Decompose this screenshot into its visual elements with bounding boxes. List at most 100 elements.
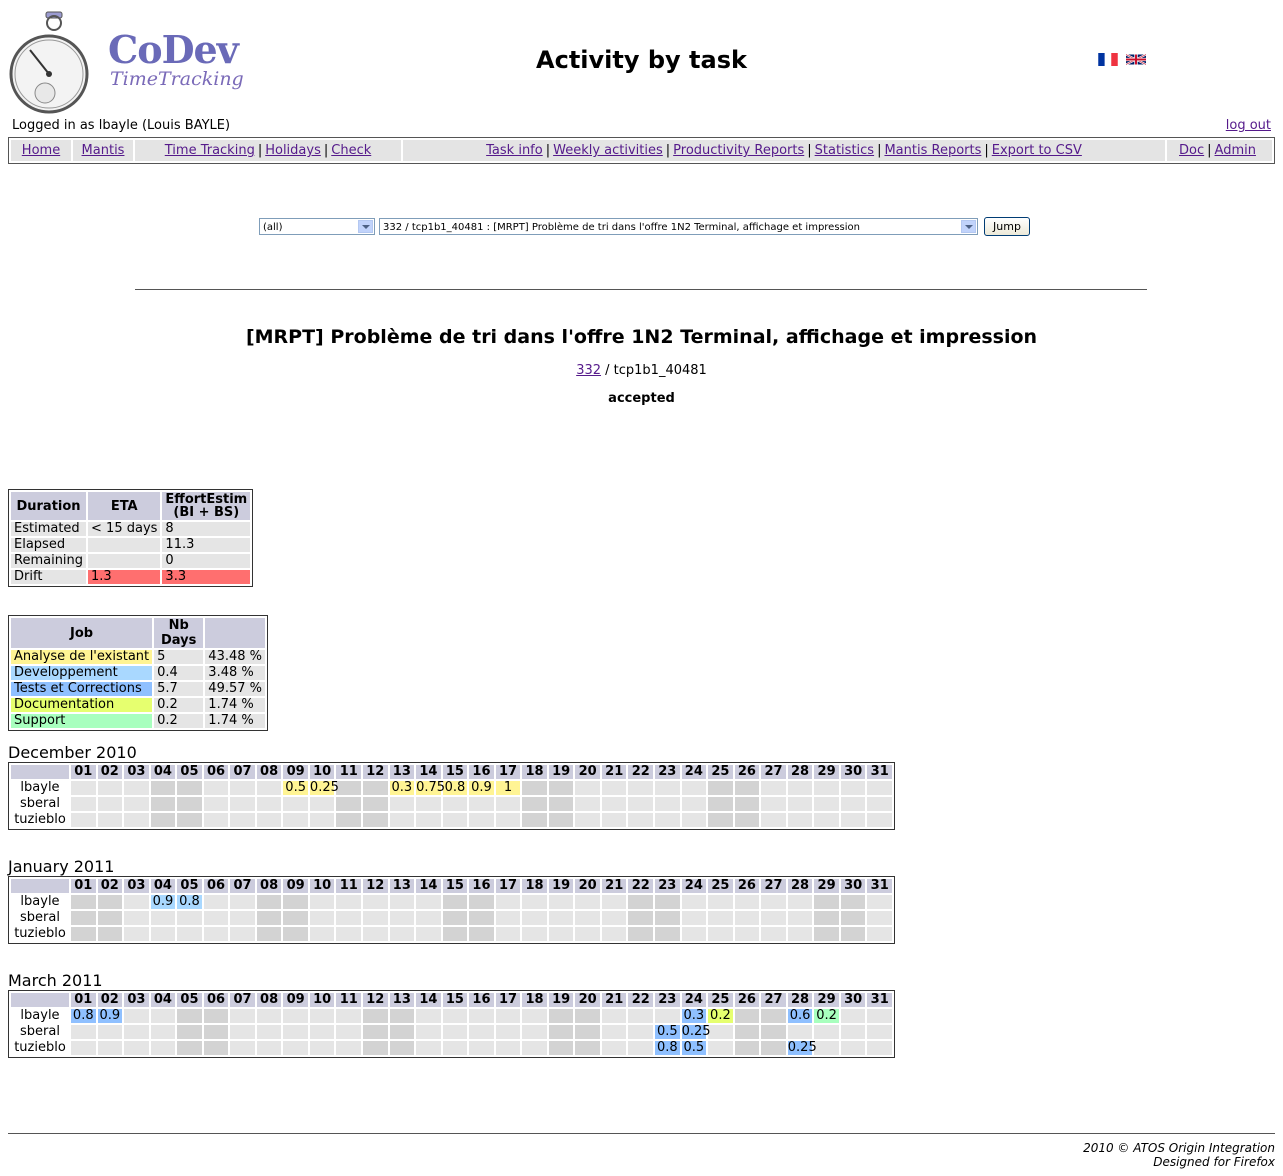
day-cell: [681, 813, 707, 827]
menu-doc-link[interactable]: Doc: [1179, 143, 1204, 158]
day-cell: [761, 911, 786, 925]
calendar-corner: [11, 765, 69, 779]
jump-button[interactable]: Jump: [984, 217, 1030, 236]
task-id-link[interactable]: 332: [576, 363, 601, 378]
day-header: 13: [389, 993, 415, 1007]
day-header: 29: [814, 993, 839, 1007]
day-header: 02: [97, 879, 123, 893]
menu-home-link[interactable]: Home: [22, 143, 60, 158]
day-header: 09: [283, 765, 308, 779]
day-cell: [309, 911, 335, 925]
day-cell: [522, 1009, 547, 1023]
day-cell: [601, 895, 627, 909]
day-cell: [256, 911, 282, 925]
chevron-down-icon[interactable]: [961, 220, 976, 233]
menu-mantis-link[interactable]: Mantis: [82, 143, 125, 158]
french-flag-icon[interactable]: [1098, 53, 1118, 66]
day-cell: [442, 797, 468, 811]
main-menu: Home Mantis Time Tracking | Holidays | Check…: [8, 137, 1275, 164]
day-cell: [203, 1041, 229, 1055]
day-cell: [601, 813, 627, 827]
day-cell: [336, 1009, 362, 1023]
day-cell: [601, 797, 627, 811]
day-cell: [787, 1025, 813, 1039]
day-cell: 0.8: [442, 780, 468, 795]
day-cell: [203, 927, 229, 941]
menu-mantis-reports-link[interactable]: Mantis Reports: [884, 143, 981, 158]
menu-separator: |: [984, 143, 989, 158]
day-cell: 0.25: [787, 1040, 817, 1055]
chevron-down-icon[interactable]: [358, 220, 373, 233]
day-cell: [97, 895, 123, 909]
day-cell: 0.6: [787, 1008, 813, 1023]
day-cell: [150, 927, 176, 941]
day-header: 10: [309, 879, 335, 893]
day-cell: [628, 895, 654, 909]
day-cell: [336, 781, 362, 795]
menu-productivity-reports-link[interactable]: Productivity Reports: [673, 143, 804, 158]
task-select[interactable]: 332 / tcp1b1_40481 : [MRPT] Problème de …: [379, 218, 978, 235]
footer-copyright: 2010 © ATOS Origin Integration: [1083, 1141, 1275, 1155]
day-cell: [442, 1025, 468, 1039]
day-cell: [681, 927, 707, 941]
project-select[interactable]: (all): [259, 218, 375, 235]
calendar-table: 01 02 03 04 05 06 07 08 09 10 11 12 13 14 15 16 17 18 19 20…: [8, 762, 895, 830]
english-flag-icon[interactable]: [1126, 53, 1146, 66]
day-cell: [522, 1025, 547, 1039]
menu-weekly-activities-link[interactable]: Weekly activities: [553, 143, 663, 158]
day-cell: [548, 813, 574, 827]
job-header: Job: [11, 618, 153, 648]
day-cell: [787, 911, 813, 925]
day-header: 18: [522, 993, 547, 1007]
day-cell: [522, 895, 547, 909]
day-cell: [124, 895, 149, 909]
day-header: 14: [416, 879, 441, 893]
day-cell: [177, 813, 202, 827]
menu-time-tracking-link[interactable]: Time Tracking: [165, 143, 255, 158]
day-header: 12: [363, 993, 388, 1007]
menu-admin-link[interactable]: Admin: [1215, 143, 1256, 158]
day-cell: [867, 813, 892, 827]
day-header: 07: [230, 879, 255, 893]
day-cell: [867, 1009, 892, 1023]
menu-export-csv-link[interactable]: Export to CSV: [992, 143, 1082, 158]
menu-task-info-link[interactable]: Task info: [486, 143, 543, 158]
day-cell: [787, 781, 813, 795]
project-select-value: (all): [263, 222, 283, 233]
day-header: 23: [655, 765, 680, 779]
day-header: 25: [708, 993, 733, 1007]
day-header: 15: [442, 765, 468, 779]
day-header: 22: [628, 765, 654, 779]
menu-holidays-link[interactable]: Holidays: [265, 143, 321, 158]
menu-statistics-link[interactable]: Statistics: [815, 143, 874, 158]
day-header: 31: [867, 879, 892, 893]
day-cell: [814, 1041, 839, 1055]
day-cell: [601, 1009, 627, 1023]
menu-cell-mantis: Mantis: [73, 140, 135, 161]
day-cell: [177, 781, 202, 795]
job-table: Job Nb Days Analyse de l'existant 5 43.4…: [8, 615, 268, 731]
day-header: 11: [336, 765, 362, 779]
day-cell: [203, 813, 229, 827]
divider: [8, 1133, 1275, 1134]
day-cell: [655, 797, 680, 811]
day-header: 24: [681, 993, 707, 1007]
day-cell: [548, 781, 574, 795]
logout-link[interactable]: log out: [1226, 118, 1271, 133]
day-cell: [628, 781, 654, 795]
day-cell: [363, 911, 388, 925]
day-cell: [840, 927, 866, 941]
day-header: 11: [336, 993, 362, 1007]
day-cell: [814, 895, 839, 909]
day-cell: [548, 911, 574, 925]
day-cell: [734, 911, 760, 925]
day-header: 08: [256, 993, 282, 1007]
day-cell: [708, 927, 733, 941]
page-title: Activity by task: [536, 46, 747, 74]
day-header: 06: [203, 765, 229, 779]
menu-check-link[interactable]: Check: [331, 143, 371, 158]
day-cell: [708, 911, 733, 925]
day-cell: [655, 1009, 680, 1023]
day-cell: [840, 895, 866, 909]
day-cell: [97, 1041, 123, 1055]
